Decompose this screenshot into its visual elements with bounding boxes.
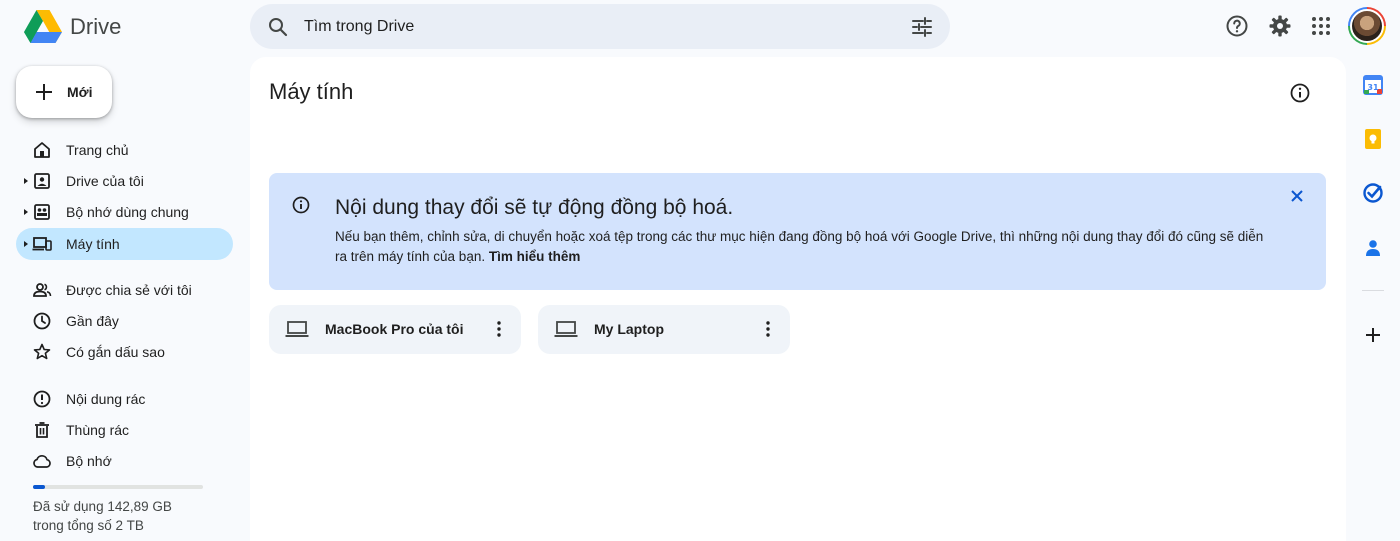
- clock-icon: [33, 312, 51, 330]
- sidebar-item-label: Gần đây: [66, 313, 119, 329]
- banner-text: Nếu bạn thêm, chỉnh sửa, di chuyển hoặc …: [335, 229, 1264, 264]
- sidebar-item-shared-drives[interactable]: Bộ nhớ dùng chung: [16, 196, 233, 228]
- sidebar-item-home[interactable]: Trang chủ: [16, 134, 233, 166]
- drive-logo[interactable]: Drive: [24, 8, 121, 46]
- google-drive-icon: [24, 10, 62, 43]
- search-bar[interactable]: Tìm trong Drive: [250, 4, 950, 49]
- page-title: Máy tính: [269, 79, 354, 104]
- settings-icon[interactable]: [1268, 14, 1292, 38]
- expand-caret-icon[interactable]: [22, 240, 30, 248]
- learn-more-link[interactable]: Tìm hiểu thêm: [489, 249, 581, 264]
- sidebar-item-label: Bộ nhớ: [66, 453, 112, 469]
- sidebar-item-spam[interactable]: Nội dung rác: [16, 383, 233, 415]
- sidebar-item-label: Máy tính: [66, 236, 120, 252]
- sync-info-banner: Nội dung thay đổi sẽ tự động đồng bộ hoá…: [269, 173, 1326, 290]
- new-button[interactable]: Mới: [16, 66, 112, 118]
- sidebar-item-shared-with-me[interactable]: Được chia sẻ với tôi: [16, 274, 233, 306]
- expand-caret-icon[interactable]: [22, 208, 30, 216]
- calendar-icon[interactable]: 31: [1362, 74, 1384, 96]
- storage-usage-fill: [33, 485, 45, 489]
- new-button-label: Mới: [67, 84, 93, 100]
- tasks-icon[interactable]: [1362, 182, 1384, 204]
- storage-used-text: Đã sử dụng 142,89 GB: [33, 499, 172, 514]
- sidebar-item-label: Trang chủ: [66, 142, 129, 158]
- banner-body: Nếu bạn thêm, chỉnh sửa, di chuyển hoặc …: [335, 227, 1275, 267]
- search-input[interactable]: Tìm trong Drive: [304, 18, 414, 36]
- more-options-icon[interactable]: [487, 317, 511, 341]
- laptop-icon: [285, 321, 309, 337]
- sidebar-item-label: Bộ nhớ dùng chung: [66, 204, 189, 220]
- device-card-macbook[interactable]: MacBook Pro của tôi: [269, 305, 521, 354]
- details-info-icon[interactable]: [1288, 81, 1312, 105]
- cloud-icon: [33, 454, 51, 468]
- add-addon-icon[interactable]: [1362, 324, 1384, 346]
- sidebar-item-computers[interactable]: Máy tính: [16, 228, 233, 260]
- sidebar-item-label: Có gắn dấu sao: [66, 344, 165, 360]
- sidebar-item-storage[interactable]: Bộ nhớ: [16, 445, 233, 477]
- app-name: Drive: [70, 14, 122, 39]
- storage-total-text: trong tổng số 2 TB: [33, 518, 144, 533]
- sidebar-item-label: Drive của tôi: [66, 173, 144, 189]
- svg-text:31: 31: [1367, 83, 1379, 92]
- sidebar-item-label: Thùng rác: [66, 422, 130, 438]
- sidebar-item-my-drive[interactable]: Drive của tôi: [16, 165, 233, 197]
- star-icon: [33, 343, 51, 360]
- laptop-icon: [554, 321, 578, 337]
- home-icon: [34, 142, 50, 158]
- shared-drives-icon: [34, 204, 50, 220]
- apps-grid-icon[interactable]: [1309, 14, 1333, 38]
- contacts-icon[interactable]: [1362, 237, 1384, 259]
- main-panel: Máy tính Nội dung thay đổi sẽ tự động đồ…: [250, 57, 1346, 541]
- account-avatar[interactable]: [1348, 7, 1386, 45]
- sidebar-item-label: Nội dung rác: [66, 391, 146, 407]
- help-icon[interactable]: [1225, 14, 1249, 38]
- people-icon: [33, 283, 52, 297]
- keep-icon[interactable]: [1362, 128, 1384, 150]
- device-name: My Laptop: [594, 321, 664, 337]
- device-name: MacBook Pro của tôi: [325, 321, 464, 337]
- sidebar-item-trash[interactable]: Thùng rác: [16, 414, 233, 446]
- sidebar-item-recent[interactable]: Gần đây: [16, 305, 233, 337]
- device-card-my-laptop[interactable]: My Laptop: [538, 305, 790, 354]
- sidebar-item-starred[interactable]: Có gắn dấu sao: [16, 336, 233, 368]
- more-options-icon[interactable]: [756, 317, 780, 341]
- spam-icon: [33, 390, 51, 408]
- my-drive-icon: [34, 173, 50, 189]
- expand-caret-icon[interactable]: [22, 177, 30, 185]
- sidebar-item-label: Được chia sẻ với tôi: [66, 282, 192, 298]
- search-icon[interactable]: [266, 15, 290, 39]
- search-options-icon[interactable]: [910, 15, 934, 39]
- rail-divider: [1362, 290, 1384, 291]
- storage-usage-bar: [33, 485, 203, 489]
- info-icon: [292, 196, 310, 214]
- banner-title: Nội dung thay đổi sẽ tự động đồng bộ hoá…: [335, 196, 734, 219]
- plus-icon: [36, 84, 52, 100]
- trash-icon: [35, 422, 49, 438]
- computers-icon: [32, 237, 52, 251]
- avatar-photo: [1350, 9, 1384, 43]
- close-icon[interactable]: [1287, 186, 1307, 206]
